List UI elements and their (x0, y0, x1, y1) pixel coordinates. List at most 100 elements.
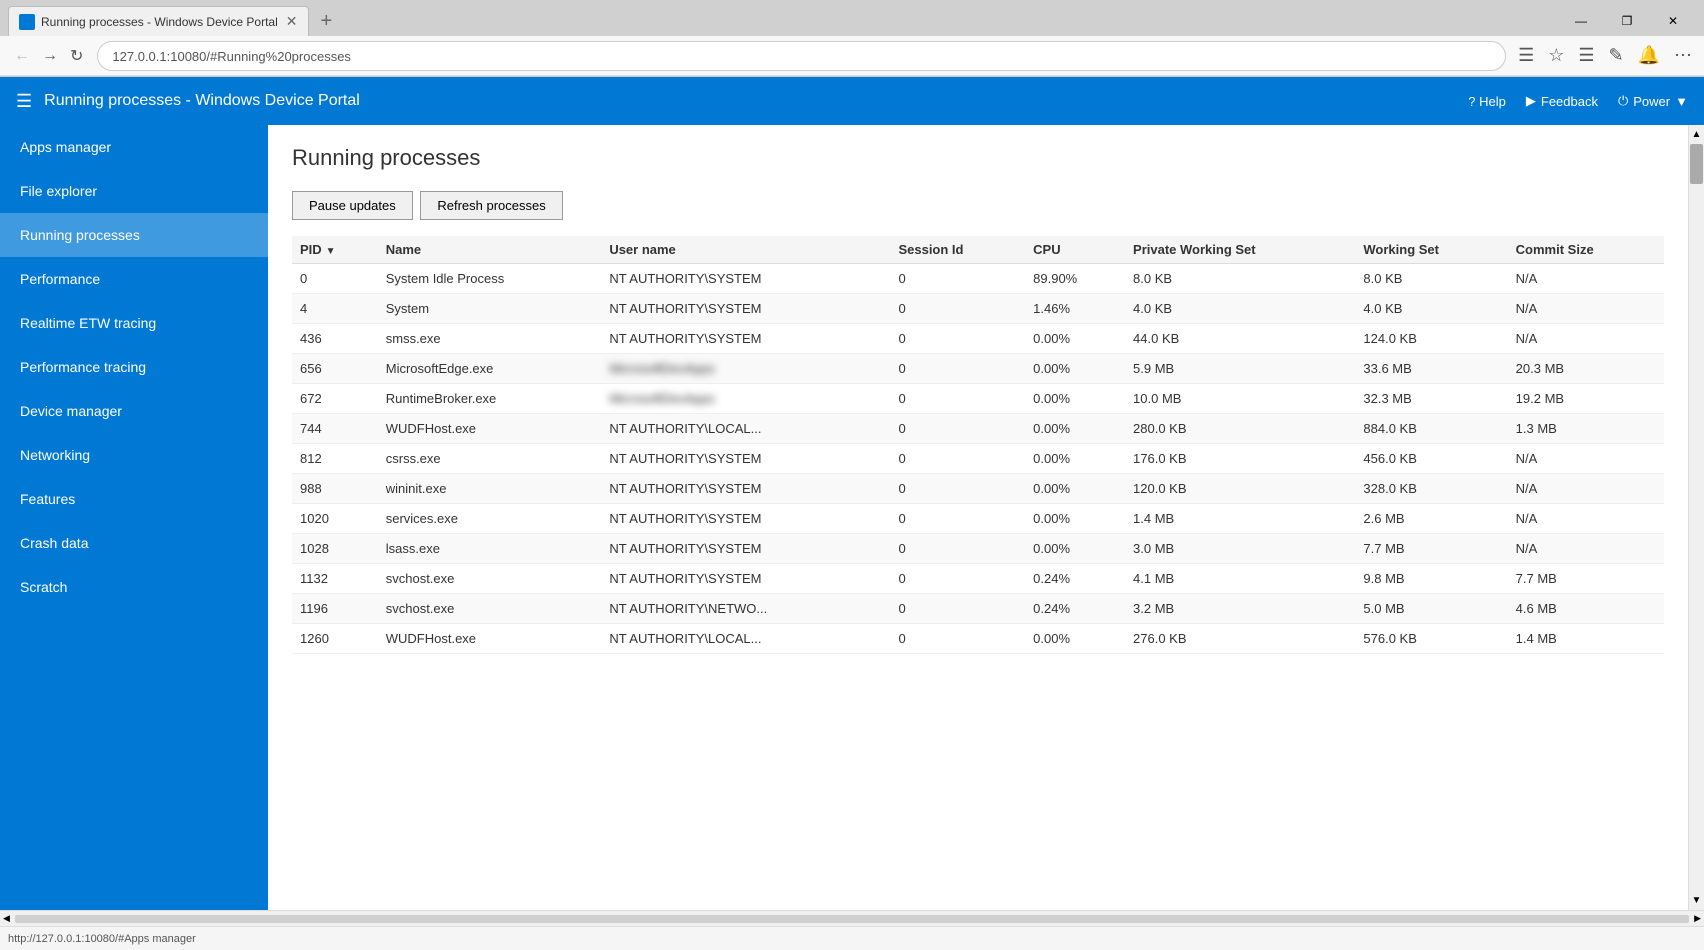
cell-pid: 656 (292, 354, 378, 384)
cell-working-set: 576.0 KB (1355, 624, 1507, 654)
tab-close-button[interactable]: ✕ (286, 13, 298, 30)
table-row[interactable]: 1028lsass.exeNT AUTHORITY\SYSTEM00.00%3.… (292, 534, 1664, 564)
back-button[interactable]: ← (8, 43, 36, 69)
notes-button[interactable]: ✎ (1604, 41, 1627, 70)
power-button[interactable]: ⏻ Power ▼ (1618, 93, 1688, 109)
app-header: ☰ Running processes - Windows Device Por… (0, 77, 1704, 125)
cell-pid: 1028 (292, 534, 378, 564)
pause-updates-button[interactable]: Pause updates (292, 191, 413, 220)
table-row[interactable]: 4SystemNT AUTHORITY\SYSTEM01.46%4.0 KB4.… (292, 294, 1664, 324)
feedback-button[interactable]: ▶ Feedback (1526, 93, 1598, 109)
cell-cpu: 0.00% (1025, 384, 1125, 414)
scroll-track[interactable] (1689, 144, 1704, 891)
scroll-left-button[interactable]: ◀ (0, 913, 13, 924)
header-actions: ? Help ▶ Feedback ⏻ Power ▼ (1468, 93, 1688, 109)
col-header-pid[interactable]: PID▼ (292, 236, 378, 264)
cell-cpu: 0.00% (1025, 504, 1125, 534)
cell-user-name: NT AUTHORITY\SYSTEM (601, 264, 890, 294)
table-row[interactable]: 988wininit.exeNT AUTHORITY\SYSTEM00.00%1… (292, 474, 1664, 504)
close-button[interactable]: ✕ (1650, 6, 1696, 36)
table-row[interactable]: 1132svchost.exeNT AUTHORITY\SYSTEM00.24%… (292, 564, 1664, 594)
sidebar-item-device-manager[interactable]: Device manager (0, 389, 268, 433)
maximize-button[interactable]: ❐ (1604, 6, 1650, 36)
table-row[interactable]: 1020services.exeNT AUTHORITY\SYSTEM00.00… (292, 504, 1664, 534)
cell-working-set: 2.6 MB (1355, 504, 1507, 534)
minimize-button[interactable]: — (1558, 6, 1604, 36)
sidebar-item-apps-manager[interactable]: Apps manager (0, 125, 268, 169)
cell-cpu: 0.24% (1025, 564, 1125, 594)
cell-commit-size: N/A (1508, 324, 1664, 354)
cell-cpu: 0.00% (1025, 474, 1125, 504)
cell-session-id: 0 (890, 264, 1025, 294)
cell-name: MicrosoftEdge.exe (378, 354, 602, 384)
cell-name: System (378, 294, 602, 324)
scrollbar[interactable]: ▲ ▼ (1688, 125, 1704, 910)
more-button[interactable]: ⋯ (1670, 41, 1696, 70)
new-tab-button[interactable]: + (313, 10, 341, 33)
cell-working-set: 5.0 MB (1355, 594, 1507, 624)
scroll-thumb[interactable] (1690, 144, 1703, 184)
cell-pid: 436 (292, 324, 378, 354)
cell-commit-size: N/A (1508, 294, 1664, 324)
cell-private-working-set: 276.0 KB (1125, 624, 1355, 654)
table-row[interactable]: 672RuntimeBroker.exeMicrosoftDevApps00.0… (292, 384, 1664, 414)
sidebar-item-features[interactable]: Features (0, 477, 268, 521)
forward-button[interactable]: → (36, 43, 64, 69)
address-bar[interactable]: 127.0.0.1:10080/#Running%20processes (97, 41, 1506, 71)
sidebar-item-running-processes[interactable]: Running processes (0, 213, 268, 257)
reading-view-button[interactable]: ☰ (1514, 41, 1538, 70)
help-button[interactable]: ? Help (1468, 94, 1506, 109)
cell-session-id: 0 (890, 444, 1025, 474)
refresh-processes-button[interactable]: Refresh processes (420, 191, 562, 220)
horizontal-scrollbar[interactable]: ◀ ▶ (0, 910, 1704, 926)
table-row[interactable]: 0System Idle ProcessNT AUTHORITY\SYSTEM0… (292, 264, 1664, 294)
cell-pid: 0 (292, 264, 378, 294)
scroll-up-button[interactable]: ▲ (1688, 125, 1704, 144)
tab-title: Running processes - Windows Device Porta… (41, 15, 278, 29)
cell-private-working-set: 120.0 KB (1125, 474, 1355, 504)
browser-tab[interactable]: Running processes - Windows Device Porta… (8, 6, 309, 36)
cell-name: wininit.exe (378, 474, 602, 504)
cell-working-set: 32.3 MB (1355, 384, 1507, 414)
favorites-button[interactable]: ☆ (1544, 41, 1568, 70)
cell-user-name: NT AUTHORITY\SYSTEM (601, 474, 890, 504)
cell-session-id: 0 (890, 594, 1025, 624)
col-header-session-id: Session Id (890, 236, 1025, 264)
cell-session-id: 0 (890, 534, 1025, 564)
table-row[interactable]: 744WUDFHost.exeNT AUTHORITY\LOCAL...00.0… (292, 414, 1664, 444)
table-row[interactable]: 656MicrosoftEdge.exeMicrosoftDevApps00.0… (292, 354, 1664, 384)
col-header-name: Name (378, 236, 602, 264)
sidebar-item-crash-data[interactable]: Crash data (0, 521, 268, 565)
sidebar-item-scratch[interactable]: Scratch (0, 565, 268, 609)
refresh-button[interactable]: ↻ (64, 42, 89, 70)
power-icon: ⏻ (1618, 93, 1628, 109)
hub-button[interactable]: ☰ (1574, 41, 1598, 70)
sidebar-item-performance[interactable]: Performance (0, 257, 268, 301)
cell-cpu: 0.00% (1025, 414, 1125, 444)
hamburger-button[interactable]: ☰ (16, 91, 32, 112)
cell-cpu: 0.24% (1025, 594, 1125, 624)
cell-user-name: NT AUTHORITY\SYSTEM (601, 294, 890, 324)
sidebar-item-realtime-etw-tracing[interactable]: Realtime ETW tracing (0, 301, 268, 345)
cell-private-working-set: 8.0 KB (1125, 264, 1355, 294)
cell-session-id: 0 (890, 624, 1025, 654)
h-scroll-track[interactable] (15, 915, 1689, 923)
cell-user-name: NT AUTHORITY\LOCAL... (601, 624, 890, 654)
sidebar-item-file-explorer[interactable]: File explorer (0, 169, 268, 213)
sidebar-item-networking[interactable]: Networking (0, 433, 268, 477)
cell-pid: 812 (292, 444, 378, 474)
sidebar-item-performance-tracing[interactable]: Performance tracing (0, 345, 268, 389)
cell-private-working-set: 4.0 KB (1125, 294, 1355, 324)
scroll-right-button[interactable]: ▶ (1691, 913, 1704, 924)
cell-session-id: 0 (890, 414, 1025, 444)
table-row[interactable]: 1196svchost.exeNT AUTHORITY\NETWO...00.2… (292, 594, 1664, 624)
cell-private-working-set: 3.0 MB (1125, 534, 1355, 564)
feedback-icon: ▶ (1526, 93, 1536, 109)
scroll-down-button[interactable]: ▼ (1688, 891, 1704, 910)
table-row[interactable]: 436smss.exeNT AUTHORITY\SYSTEM00.00%44.0… (292, 324, 1664, 354)
tab-favicon (19, 14, 35, 30)
table-row[interactable]: 1260WUDFHost.exeNT AUTHORITY\LOCAL...00.… (292, 624, 1664, 654)
notifications-button[interactable]: 🔔 (1634, 41, 1664, 70)
table-row[interactable]: 812csrss.exeNT AUTHORITY\SYSTEM00.00%176… (292, 444, 1664, 474)
cell-pid: 672 (292, 384, 378, 414)
